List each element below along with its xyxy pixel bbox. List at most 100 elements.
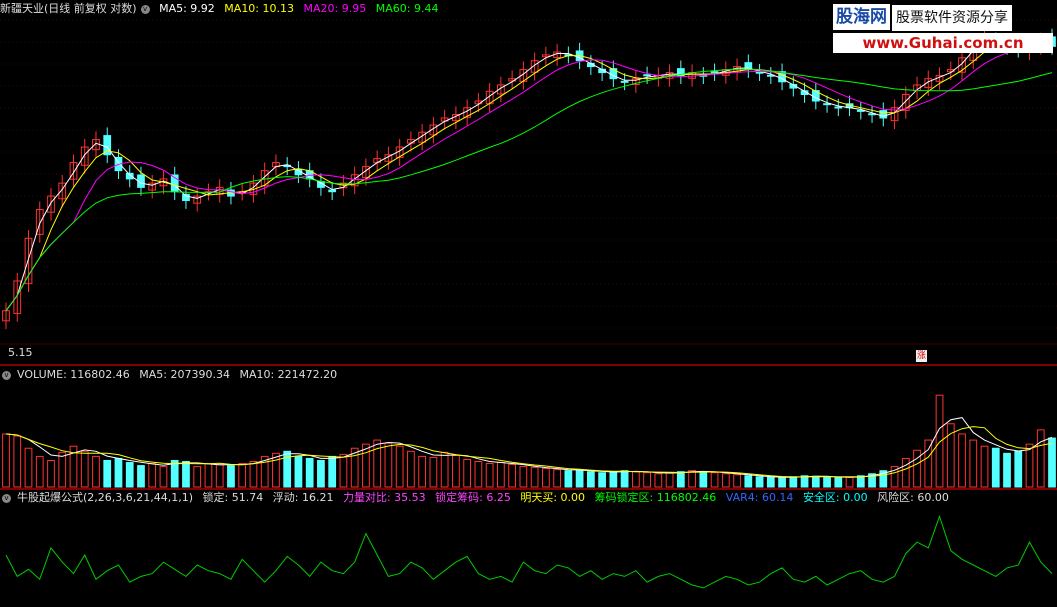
volume-bar — [294, 455, 303, 488]
volume-bar — [845, 476, 854, 488]
settings-icon[interactable]: v — [140, 4, 150, 14]
volume-bar — [204, 463, 213, 488]
volume-bar — [339, 453, 348, 488]
volume-bar — [272, 452, 280, 488]
candle-body — [182, 193, 190, 202]
volume-bar — [991, 447, 1000, 488]
volume-bar — [643, 472, 651, 488]
buy-tomorrow-label: 明天买: 0.00 — [520, 491, 586, 504]
volume-ma10-label: MA10: 221472.20 — [239, 368, 338, 381]
volume-bar — [170, 459, 179, 488]
volume-bar — [1048, 437, 1056, 488]
watermark-url: www.Guhai.com.cn — [833, 33, 1053, 53]
volume-bar — [699, 471, 708, 488]
volume-bar — [766, 476, 775, 488]
volume-bar — [710, 472, 719, 488]
ma-line-ma60 — [5, 68, 1053, 312]
volume-bar — [452, 454, 460, 488]
volume-bar — [103, 459, 112, 488]
volume-bar — [913, 449, 921, 488]
volume-bar — [654, 473, 663, 488]
volume-bar — [384, 442, 393, 488]
settings-icon[interactable]: v — [2, 370, 11, 380]
volume-bar — [238, 463, 247, 488]
volume-bar — [440, 451, 449, 488]
ma60-label: MA60: 9.44 — [375, 2, 439, 15]
volume-bar — [778, 477, 786, 488]
volume-bar — [80, 450, 89, 488]
var4-line — [5, 514, 1053, 589]
candle-body — [834, 106, 843, 109]
volume-bars — [2, 394, 1056, 488]
lock-label: 锁定: 51.74 — [202, 491, 264, 504]
volume-bar — [676, 471, 685, 488]
volume-ma-line-ma5 — [5, 417, 1053, 478]
chip-lock-zone-label: 筹码锁定区: 116802.46 — [594, 491, 717, 504]
volume-bar — [305, 457, 314, 488]
ma5-label: MA5: 9.92 — [159, 2, 215, 15]
stock-title[interactable]: 新疆天业(日线 前复权 对数) — [0, 2, 137, 15]
ma-line-ma20 — [5, 42, 1053, 312]
volume-bar — [485, 463, 494, 488]
ma10-label: MA10: 10.13 — [224, 2, 295, 15]
volume-bar — [13, 435, 22, 488]
volume-bar — [620, 470, 629, 488]
volume-bar — [395, 445, 404, 488]
volume-bar — [834, 477, 843, 488]
volume-bar — [823, 476, 831, 488]
ma20-label: MA20: 9.95 — [303, 2, 367, 15]
risk-zone-label: 风险区: 60.00 — [877, 491, 949, 504]
volume-bar — [227, 465, 235, 488]
volume-bar — [1003, 452, 1011, 488]
volume-bar — [811, 475, 820, 488]
volume-label: VOLUME: 116802.46 — [17, 368, 130, 381]
volume-bar — [598, 472, 606, 488]
volume-bar — [789, 476, 798, 488]
volume-bar — [969, 439, 978, 488]
formula-header: v 牛股起爆公式(2,26,3,6,21,44,1,1) 锁定: 51.74 浮动… — [0, 490, 955, 506]
volume-bar — [58, 451, 67, 488]
volume-bar — [193, 466, 202, 488]
float-label: 浮动: 16.21 — [272, 491, 334, 504]
ma-line-ma5 — [5, 38, 1053, 312]
price-header: 新疆天业(日线 前复权 对数) v MA5: 9.92 MA10: 10.13 M… — [0, 1, 444, 17]
settings-icon[interactable]: v — [2, 493, 11, 503]
volume-bar — [935, 394, 944, 488]
volume-bar — [215, 464, 224, 488]
volume-bar — [114, 457, 123, 488]
candle-body — [755, 71, 764, 74]
volume-bar — [429, 456, 438, 488]
candle-body — [879, 110, 888, 119]
volume-bar — [1014, 450, 1023, 488]
candle-body — [643, 74, 651, 77]
volume-bar — [553, 469, 561, 488]
volume-bar — [249, 461, 258, 488]
stock-chart-window: { "price_header": { "title": "新疆天业(日线 前复… — [0, 0, 1057, 607]
volume-bar — [148, 463, 157, 488]
power-ratio-label: 力量对比: 35.53 — [342, 491, 426, 504]
volume-bar — [125, 462, 134, 488]
volume-bar — [463, 458, 472, 488]
volume-bar — [24, 447, 33, 488]
chart-canvas — [0, 19, 1057, 589]
price-gridlines — [0, 19, 1057, 329]
volume-bar — [317, 459, 325, 488]
volume-bar — [958, 433, 966, 488]
formula-name[interactable]: 牛股起爆公式(2,26,3,6,21,44,1,1) — [17, 491, 193, 504]
volume-bar — [159, 466, 168, 488]
locked-chips-label: 锁定筹码: 6.25 — [435, 491, 511, 504]
volume-ma5-label: MA5: 207390.34 — [139, 368, 230, 381]
var4-label: VAR4: 60.14 — [725, 491, 794, 504]
candle-body — [620, 80, 629, 83]
volume-bar — [755, 476, 764, 488]
volume-bar — [35, 455, 44, 488]
volume-header: v VOLUME: 116802.46 MA5: 207390.34 MA10: … — [0, 367, 343, 383]
volume-bar — [47, 459, 55, 488]
volume-bar — [497, 462, 505, 488]
volume-bar — [418, 455, 427, 488]
min-price-label: 5.15 — [8, 346, 33, 359]
watermark-logo: 股海网 — [833, 4, 890, 30]
watermark: 股海网 股票软件资源分享 www.Guhai.com.cn — [833, 4, 1053, 54]
volume-bar — [688, 470, 696, 488]
volume-bar — [980, 445, 989, 488]
